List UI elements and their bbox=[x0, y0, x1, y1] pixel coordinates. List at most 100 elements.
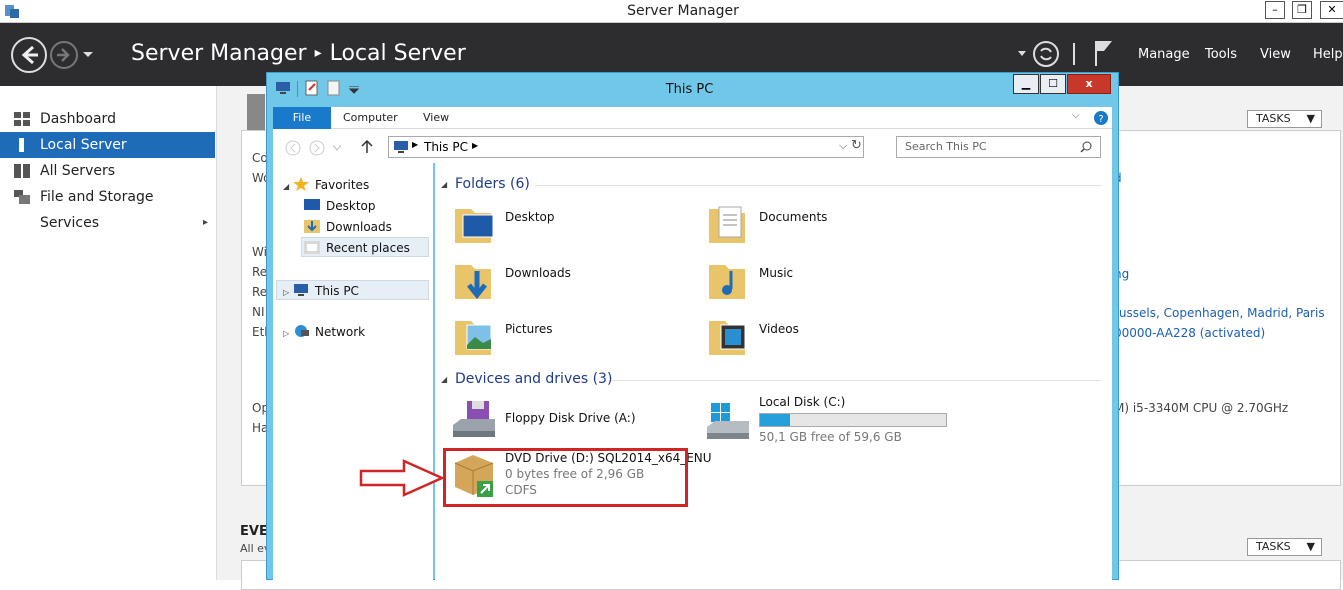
tasks-dropdown-events[interactable]: TASKS ▼ bbox=[1247, 538, 1322, 556]
folder-tile-videos[interactable]: Videos bbox=[707, 311, 937, 363]
maximize-button[interactable]: ❐ bbox=[1292, 1, 1312, 19]
sidebar-item-label: Local Server bbox=[40, 137, 127, 153]
breadcrumb-chevron-icon[interactable]: ▶ bbox=[412, 140, 418, 149]
help-icon[interactable]: ? bbox=[1093, 110, 1109, 126]
product-id-link[interactable]: 00000-AA228 (activated) bbox=[1114, 326, 1265, 340]
address-text[interactable]: This PC bbox=[424, 140, 468, 154]
all-servers-icon bbox=[14, 164, 30, 178]
recent-places-icon bbox=[304, 241, 320, 254]
menu-tools[interactable]: Tools bbox=[1205, 47, 1237, 62]
property-label: Re bbox=[252, 265, 268, 279]
nav-label: Desktop bbox=[326, 199, 376, 213]
nav-label: This PC bbox=[314, 284, 359, 298]
refresh-icon[interactable] bbox=[1033, 41, 1059, 67]
nav-label: Recent places bbox=[326, 241, 410, 255]
collapsed-chevron-icon[interactable]: ▷ bbox=[283, 288, 289, 297]
nav-network[interactable]: ▷ Network bbox=[283, 322, 365, 342]
sidebar-item-local-server[interactable]: Local Server bbox=[0, 132, 215, 158]
forward-icon[interactable] bbox=[309, 140, 325, 156]
ribbon-expand-icon[interactable]: ⌵ bbox=[1072, 110, 1080, 121]
server-manager-titlebar: Server Manager – ❐ ✕ bbox=[0, 0, 1343, 23]
explorer-close-button[interactable]: x bbox=[1067, 74, 1111, 94]
search-placeholder: Search This PC bbox=[905, 140, 987, 153]
address-bar[interactable]: ▶ This PC ▶ ⌵ ↻ bbox=[388, 136, 864, 158]
disk-usage-fill bbox=[760, 414, 790, 426]
search-icon[interactable] bbox=[1080, 141, 1092, 153]
search-input[interactable]: Search This PC bbox=[896, 136, 1101, 158]
this-pc-icon bbox=[394, 141, 408, 153]
nav-downloads[interactable]: Downloads bbox=[304, 217, 392, 237]
minimize-button[interactable]: – bbox=[1265, 1, 1285, 19]
menu-manage[interactable]: Manage bbox=[1138, 47, 1190, 62]
server-manager-sidebar: Dashboard Local Server All Servers File … bbox=[0, 86, 217, 580]
nav-label: Downloads bbox=[326, 220, 392, 234]
folder-tile-downloads[interactable]: Downloads bbox=[453, 255, 683, 307]
menu-view[interactable]: View bbox=[1260, 47, 1291, 62]
breadcrumb-root[interactable]: Server Manager bbox=[131, 41, 307, 66]
sidebar-item-label: File and Storage Services bbox=[40, 189, 154, 231]
up-arrow-icon[interactable] bbox=[361, 140, 373, 154]
folders-group-header[interactable]: Folders (6) bbox=[455, 176, 530, 192]
breadcrumb-chevron-icon[interactable]: ▶ bbox=[472, 141, 478, 150]
history-dropdown-icon[interactable] bbox=[82, 51, 94, 59]
tab-computer[interactable]: Computer bbox=[333, 107, 408, 129]
folder-tile-pictures[interactable]: Pictures bbox=[453, 311, 683, 363]
downloads-folder-icon bbox=[455, 265, 491, 300]
group-collapse-icon[interactable]: ◢ bbox=[441, 180, 447, 189]
folder-label: Documents bbox=[759, 210, 828, 224]
folder-tile-desktop[interactable]: Desktop bbox=[453, 199, 683, 251]
expanded-chevron-icon[interactable]: ◢ bbox=[283, 182, 289, 191]
storage-icon bbox=[14, 190, 30, 204]
folder-label: Videos bbox=[759, 322, 799, 336]
sidebar-item-all-servers[interactable]: All Servers bbox=[0, 158, 215, 184]
server-properties-icon bbox=[247, 94, 265, 130]
address-dropdown-icon[interactable]: ⌵ bbox=[839, 139, 847, 153]
drive-tile-floppy[interactable]: Floppy Disk Drive (A:) bbox=[453, 395, 683, 447]
breadcrumb-separator: ▸ bbox=[314, 45, 322, 61]
nav-this-pc[interactable]: ▷ This PC bbox=[276, 280, 429, 300]
folder-tile-documents[interactable]: Documents bbox=[707, 199, 937, 251]
forward-button[interactable] bbox=[50, 41, 78, 69]
explorer-maximize-button[interactable]: ☐ bbox=[1040, 74, 1066, 94]
nav-label: Network bbox=[314, 325, 366, 339]
folder-label: Music bbox=[759, 266, 794, 280]
breadcrumb: Server Manager ▸ Local Server bbox=[131, 41, 466, 66]
back-button[interactable] bbox=[11, 37, 47, 73]
explorer-title: This PC bbox=[665, 82, 714, 97]
sidebar-item-label: All Servers bbox=[40, 163, 116, 179]
sidebar-item-file-storage[interactable]: File and Storage Services ▸ bbox=[0, 184, 215, 231]
refresh-dropdown-icon[interactable] bbox=[1018, 51, 1026, 57]
drive-tile-local-disk[interactable]: Local Disk (C:) 50,1 GB free of 59,6 GB bbox=[707, 395, 957, 447]
sidebar-item-dashboard[interactable]: Dashboard bbox=[0, 106, 215, 132]
close-button[interactable]: ✕ bbox=[1320, 1, 1343, 19]
nav-recent-places[interactable]: Recent places bbox=[301, 237, 429, 257]
group-divider bbox=[611, 380, 1102, 381]
header-divider bbox=[1073, 43, 1075, 65]
refresh-icon[interactable]: ↻ bbox=[851, 138, 862, 153]
back-arrow-icon bbox=[21, 45, 38, 65]
chevron-down-icon: ▼ bbox=[1306, 112, 1315, 125]
collapsed-chevron-icon[interactable]: ▷ bbox=[283, 329, 289, 338]
tab-file[interactable]: File bbox=[273, 107, 331, 129]
group-collapse-icon[interactable]: ◢ bbox=[441, 375, 447, 384]
time-zone-link[interactable]: russels, Copenhagen, Madrid, Paris bbox=[1114, 306, 1325, 320]
forward-arrow-icon bbox=[57, 48, 70, 62]
devices-group-header[interactable]: Devices and drives (3) bbox=[455, 371, 612, 387]
highlight-box bbox=[443, 448, 688, 507]
notifications-flag-icon[interactable] bbox=[1094, 39, 1114, 67]
explorer-minimize-button[interactable]: ▁ bbox=[1013, 74, 1039, 94]
back-icon[interactable] bbox=[285, 140, 301, 156]
tab-view[interactable]: View bbox=[413, 107, 459, 129]
pointer-arrow-icon bbox=[359, 459, 446, 497]
nav-desktop[interactable]: Desktop bbox=[304, 196, 376, 216]
folder-tile-music[interactable]: Music bbox=[707, 255, 937, 307]
property-label: Re bbox=[252, 285, 268, 299]
group-divider bbox=[535, 185, 1102, 186]
menu-help[interactable]: Help bbox=[1313, 47, 1343, 62]
local-server-icon bbox=[19, 138, 24, 152]
recent-dropdown-icon[interactable] bbox=[333, 145, 341, 151]
tasks-dropdown-top[interactable]: TASKS ▼ bbox=[1247, 110, 1322, 128]
nav-favorites[interactable]: ◢ Favorites bbox=[283, 175, 369, 195]
folder-label: Desktop bbox=[505, 210, 555, 224]
breadcrumb-current: Local Server bbox=[329, 41, 466, 66]
